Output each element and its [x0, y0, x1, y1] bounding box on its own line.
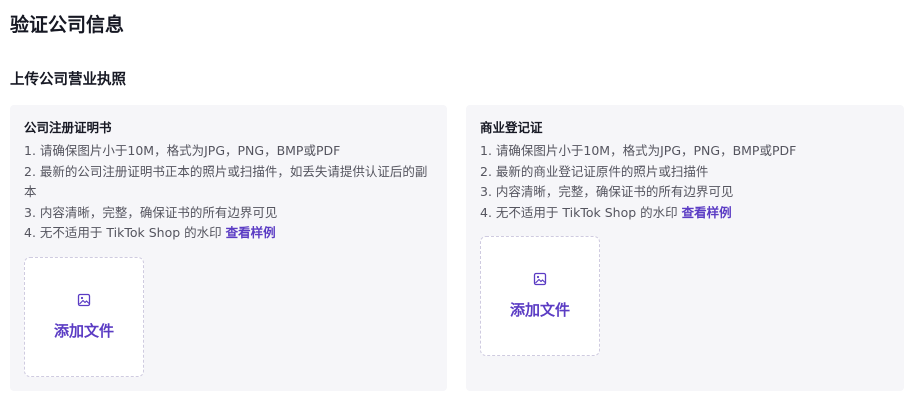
card-business-registration: 商业登记证 1. 请确保图片小于10M，格式为JPG，PNG，BMP或PDF 2…	[466, 105, 904, 391]
image-icon	[77, 293, 91, 307]
view-sample-link[interactable]: 查看样例	[226, 225, 276, 240]
card-company-registration: 公司注册证明书 1. 请确保图片小于10M，格式为JPG，PNG，BMP或PDF…	[10, 105, 447, 391]
requirement-4-text: 4. 无不适用于 TikTok Shop 的水印	[480, 204, 678, 220]
requirement-2: 2. 最新的公司注册证明书正本的照片或扫描件，如丢失请提供认证后的副本	[24, 163, 428, 200]
add-file-label: 添加文件	[509, 301, 570, 319]
card-title: 公司注册证明书	[24, 120, 112, 135]
requirement-3: 3. 内容清晰，完整，确保证书的所有边界可见	[480, 184, 734, 199]
section-title: 上传公司营业执照	[10, 72, 126, 88]
view-sample-link[interactable]: 查看样例	[682, 205, 732, 220]
card-title: 商业登记证	[480, 120, 543, 135]
add-file-label: 添加文件	[53, 322, 114, 340]
add-file-button[interactable]: 添加文件	[480, 236, 600, 356]
requirement-4: 4. 无不适用于 TikTok Shop 的水印 查看样例	[480, 203, 890, 224]
image-icon	[533, 272, 547, 286]
requirement-1: 1. 请确保图片小于10M，格式为JPG，PNG，BMP或PDF	[480, 143, 797, 158]
requirement-4: 4. 无不适用于 TikTok Shop 的水印 查看样例	[24, 223, 433, 244]
requirement-4-text: 4. 无不适用于 TikTok Shop 的水印	[24, 225, 222, 240]
requirement-3: 3. 内容清晰，完整，确保证书的所有边界可见	[24, 204, 278, 220]
requirement-1: 1. 请确保图片小于10M，格式为JPG，PNG，BMP或PDF	[24, 143, 341, 158]
add-file-button[interactable]: 添加文件	[24, 257, 144, 377]
page-title: 验证公司信息	[10, 14, 125, 36]
requirement-2: 2. 最新的商业登记证原件的照片或扫描件	[480, 163, 709, 179]
